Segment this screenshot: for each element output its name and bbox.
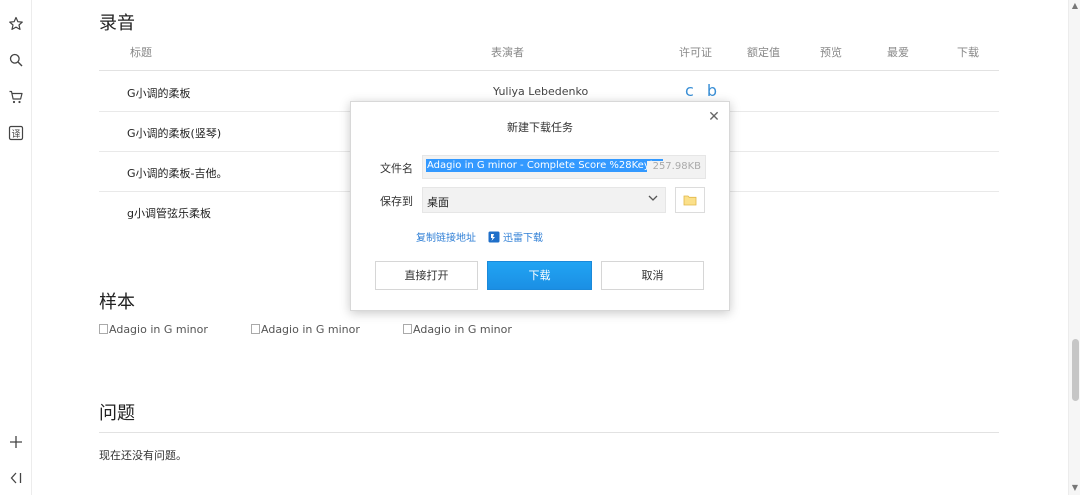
open-directly-button[interactable]: 直接打开	[375, 261, 478, 290]
browse-folder-button[interactable]	[675, 187, 705, 213]
sample-image[interactable]: Adagio in G minor	[99, 323, 208, 336]
download-button[interactable]: 下载	[487, 261, 592, 290]
recording-title[interactable]: G小调的柔板-吉他。	[127, 165, 228, 181]
filename-value: Adagio in G minor - Complete Score %28Ke…	[426, 159, 664, 172]
thunder-download-label: 迅雷下载	[503, 233, 543, 244]
cart-icon[interactable]	[6, 87, 26, 107]
column-header-license: 许可证	[679, 46, 712, 59]
recording-performer[interactable]: Yuliya Lebedenko	[493, 85, 588, 98]
scroll-up-arrow-icon[interactable]: ▲	[1071, 2, 1079, 10]
save-location-value: 桌面	[427, 196, 449, 209]
chevron-down-icon	[647, 192, 659, 204]
left-sidebar: 译	[0, 0, 32, 495]
thunder-icon	[488, 231, 500, 243]
broken-image-icon	[403, 324, 412, 334]
license-icon[interactable]: c b	[685, 81, 721, 100]
column-header-preview: 预览	[820, 46, 842, 59]
translate-icon[interactable]: 译	[6, 123, 26, 143]
filename-field[interactable]: Adagio in G minor - Complete Score %28Ke…	[422, 155, 706, 179]
new-download-dialog: 新建下载任务 ✕ 文件名 Adagio in G minor - Complet…	[350, 101, 730, 311]
vertical-scrollbar[interactable]: ▲ ▼	[1068, 0, 1080, 495]
sample-image-alt: Adagio in G minor	[413, 323, 512, 336]
broken-image-icon	[251, 324, 260, 334]
folder-icon	[683, 195, 697, 206]
search-icon[interactable]	[6, 50, 26, 70]
save-to-label: 保存到	[380, 195, 413, 208]
recording-title[interactable]: G小调的柔板	[127, 85, 191, 101]
column-header-performer: 表演者	[491, 46, 524, 59]
questions-heading: 问题	[99, 403, 135, 424]
column-header-download: 下载	[957, 46, 979, 59]
section-divider	[99, 432, 999, 433]
dialog-title: 新建下载任务	[507, 121, 573, 134]
column-header-favorite: 最爱	[887, 46, 909, 59]
copy-link-address-link[interactable]: 复制链接地址	[416, 229, 476, 244]
column-header-rating: 额定值	[747, 46, 780, 59]
column-header-title: 标题	[130, 46, 152, 59]
sample-image-alt: Adagio in G minor	[261, 323, 360, 336]
svg-text:译: 译	[11, 129, 20, 140]
file-size: 257.98KB	[646, 161, 701, 172]
recordings-heading: 录音	[99, 13, 135, 34]
collapse-icon[interactable]	[6, 468, 26, 488]
recording-title[interactable]: G小调的柔板(竖琴)	[127, 125, 221, 141]
thunder-download-link[interactable]: 迅雷下载	[488, 229, 543, 244]
scrollbar-thumb[interactable]	[1072, 339, 1079, 401]
close-icon[interactable]: ✕	[707, 110, 721, 124]
no-questions-text: 现在还没有问题。	[99, 449, 187, 462]
plus-icon[interactable]	[6, 432, 26, 452]
sample-image-alt: Adagio in G minor	[109, 323, 208, 336]
filename-label: 文件名	[380, 162, 413, 175]
sample-image[interactable]: Adagio in G minor	[403, 323, 512, 336]
samples-heading: 样本	[99, 292, 135, 313]
cancel-button[interactable]: 取消	[601, 261, 704, 290]
star-icon[interactable]	[6, 14, 26, 34]
sample-image[interactable]: Adagio in G minor	[251, 323, 360, 336]
save-location-select[interactable]: 桌面	[422, 187, 666, 213]
scroll-down-arrow-icon[interactable]: ▼	[1071, 484, 1079, 492]
recording-title[interactable]: g小调管弦乐柔板	[127, 205, 211, 221]
recordings-table-header: 标题 表演者 许可证 额定值 预览 最爱 下载	[99, 44, 999, 71]
broken-image-icon	[99, 324, 108, 334]
